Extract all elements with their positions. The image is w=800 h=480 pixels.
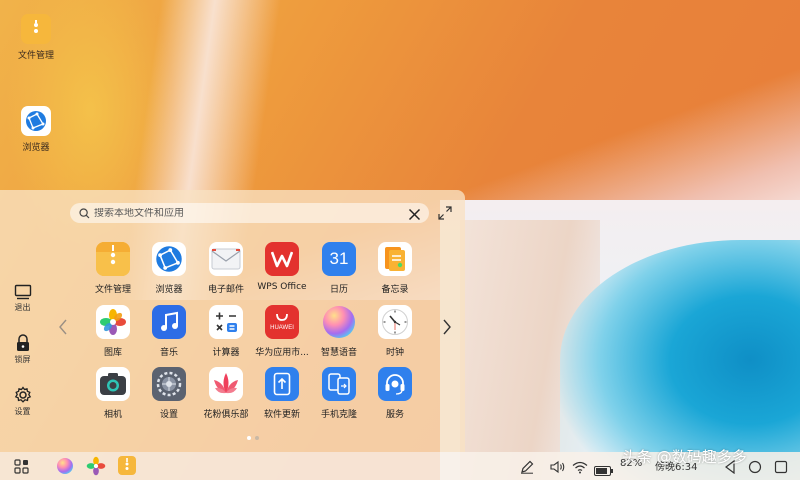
- lock-screen-button[interactable]: 锁屏: [0, 334, 45, 365]
- file-manager-icon: [96, 242, 130, 276]
- browser-icon: [152, 242, 186, 276]
- app-camera[interactable]: 相机: [83, 367, 143, 420]
- huafen-club-icon: [209, 367, 243, 401]
- app-label: 花粉俱乐部: [203, 410, 249, 420]
- page-dot-2[interactable]: [255, 436, 259, 440]
- app-music[interactable]: 音乐: [139, 305, 199, 358]
- app-label: 相机: [103, 410, 122, 420]
- gear-icon: [14, 386, 31, 403]
- recents-square-icon[interactable]: [774, 459, 788, 478]
- wifi-icon[interactable]: [572, 459, 588, 478]
- taskbar-file-manager-icon[interactable]: [118, 456, 136, 479]
- taskbar-voice-assistant-icon[interactable]: [56, 457, 74, 479]
- expand-icon[interactable]: [438, 205, 452, 224]
- app-label: 浏览器: [155, 285, 183, 295]
- app-notes[interactable]: 备忘录: [365, 242, 425, 295]
- app-label: 华为应用市...: [255, 348, 309, 358]
- camera-icon: [96, 367, 130, 401]
- watermark-text: 头条 @数码趣多多: [622, 448, 747, 466]
- huawei-wordmark: HUAWEI: [270, 325, 294, 331]
- app-label: 音乐: [159, 348, 178, 358]
- page-indicator: [247, 436, 259, 440]
- app-phone-clone[interactable]: 手机克隆: [309, 367, 369, 420]
- desktop-icon-browser[interactable]: 浏览器: [6, 106, 66, 153]
- app-label: 设置: [159, 410, 178, 420]
- app-file-manager[interactable]: 文件管理: [83, 242, 143, 295]
- app-gallery[interactable]: 图库: [83, 305, 143, 358]
- app-calendar[interactable]: 31 日历: [309, 242, 369, 295]
- desktop-icon-file-manager[interactable]: 文件管理: [6, 14, 66, 61]
- app-label: WPS Office: [257, 282, 307, 292]
- app-huafen-club[interactable]: 花粉俱乐部: [196, 367, 256, 420]
- volume-icon[interactable]: [550, 459, 566, 478]
- software-update-icon: [265, 367, 299, 401]
- gallery-icon: [96, 305, 130, 339]
- app-label: 软件更新: [263, 410, 300, 420]
- settings-icon: [152, 367, 186, 401]
- next-page-chevron-icon[interactable]: [442, 318, 452, 340]
- app-wps-office[interactable]: WPS Office: [252, 242, 312, 292]
- exit-icon: [14, 284, 31, 300]
- search-input[interactable]: [94, 207, 394, 219]
- phone-clone-icon: [322, 367, 356, 401]
- desktop-icon-label: 文件管理: [17, 51, 54, 61]
- app-label: 手机克隆: [320, 410, 357, 420]
- app-clock[interactable]: 时钟: [365, 305, 425, 358]
- service-icon: [378, 367, 412, 401]
- app-label: 电子邮件: [207, 285, 244, 295]
- desktop-icon-label: 浏览器: [22, 143, 50, 153]
- calendar-icon: 31: [322, 242, 356, 276]
- app-voice-assistant[interactable]: 智慧语音: [309, 305, 369, 358]
- launcher-left-rail: 退出 锁屏 设置: [0, 190, 45, 452]
- app-browser[interactable]: 浏览器: [139, 242, 199, 295]
- app-label: 服务: [385, 410, 404, 420]
- battery-icon[interactable]: [594, 461, 614, 480]
- app-service[interactable]: 服务: [365, 367, 425, 420]
- huawei-appgallery-icon: HUAWEI: [265, 305, 299, 339]
- app-label: 日历: [329, 285, 348, 295]
- notes-icon: [378, 242, 412, 276]
- browser-icon: [21, 106, 51, 136]
- app-settings[interactable]: 设置: [139, 367, 199, 420]
- pen-icon[interactable]: [520, 459, 534, 478]
- app-label: 计算器: [212, 348, 240, 358]
- app-software-update[interactable]: 软件更新: [252, 367, 312, 420]
- calculator-icon: [209, 305, 243, 339]
- app-label: 文件管理: [94, 285, 131, 295]
- clock-icon: [378, 305, 412, 339]
- settings-rail-button[interactable]: 设置: [0, 386, 45, 417]
- calendar-date: 31: [329, 249, 349, 268]
- email-icon: [209, 242, 243, 276]
- app-launcher-panel: 退出 锁屏 设置 文件管理: [0, 190, 465, 452]
- search-icon: [74, 207, 94, 219]
- home-circle-icon[interactable]: [748, 459, 762, 478]
- music-icon: [152, 305, 186, 339]
- settings-rail-label: 设置: [14, 407, 31, 416]
- app-calculator[interactable]: 计算器: [196, 305, 256, 358]
- app-label: 时钟: [385, 348, 404, 358]
- file-manager-icon: [21, 14, 51, 44]
- app-huawei-appgallery[interactable]: HUAWEI 华为应用市...: [252, 305, 312, 358]
- app-label: 备忘录: [381, 285, 409, 295]
- exit-label: 退出: [14, 303, 31, 312]
- voice-assistant-icon: [322, 305, 356, 339]
- taskbar-gallery-icon[interactable]: [86, 456, 106, 480]
- page-dot-1[interactable]: [247, 436, 251, 440]
- lock-screen-label: 锁屏: [14, 355, 31, 364]
- close-icon[interactable]: [408, 206, 421, 225]
- wps-office-icon: [265, 242, 299, 276]
- app-drawer-grid-icon[interactable]: [14, 459, 29, 478]
- lock-icon: [16, 334, 29, 351]
- app-email[interactable]: 电子邮件: [196, 242, 256, 295]
- app-label: 智慧语音: [320, 348, 357, 358]
- exit-button[interactable]: 退出: [0, 284, 45, 313]
- prev-page-chevron-icon[interactable]: [58, 318, 68, 340]
- search-bar[interactable]: [70, 203, 429, 223]
- app-label: 图库: [103, 348, 122, 358]
